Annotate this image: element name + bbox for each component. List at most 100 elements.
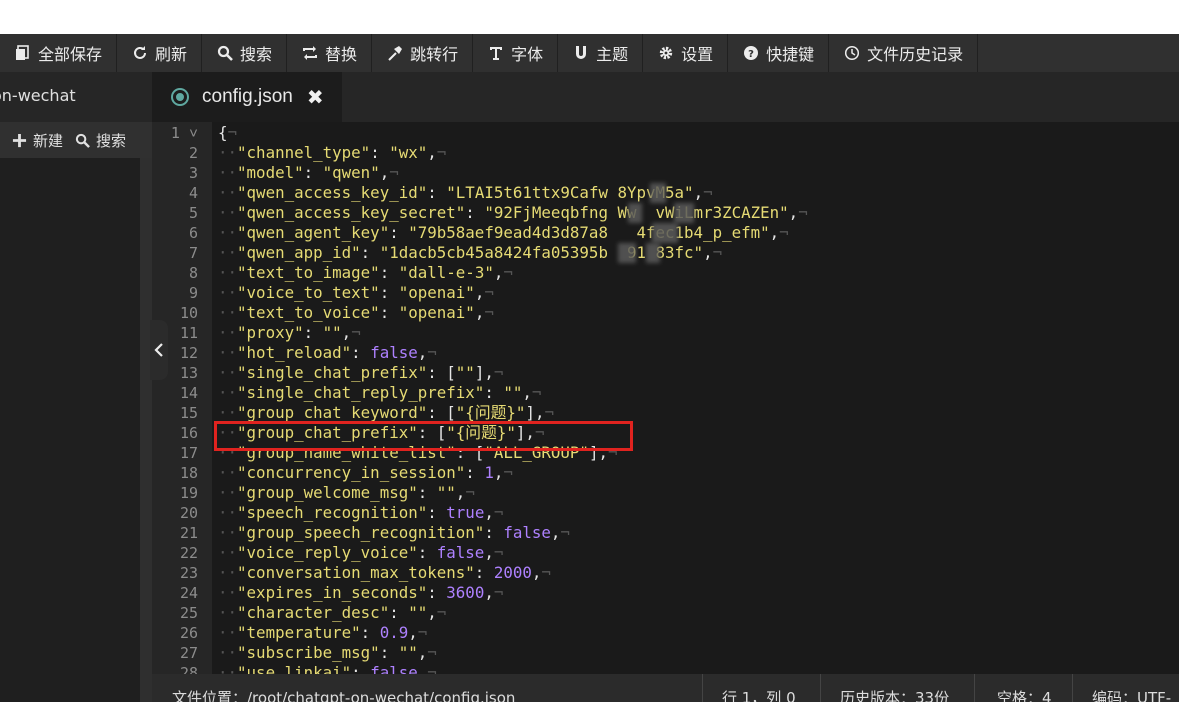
search-button[interactable]: 搜索 (202, 34, 288, 72)
collapse-sidebar-button[interactable] (150, 320, 168, 380)
code-line[interactable]: ··"hot_reload": false,¬ (218, 343, 437, 363)
code-line[interactable]: ··"group_speech_recognition": false,¬ (218, 523, 570, 543)
theme-button[interactable]: 主题 (558, 34, 644, 72)
new-file-button[interactable]: 新建 (12, 130, 63, 151)
line-number: 14 (179, 384, 198, 402)
line-number: 25 (179, 604, 198, 622)
line-number: 28 (179, 664, 198, 674)
status-divider (820, 674, 821, 702)
history-version[interactable]: 历史版本：33份 (840, 687, 949, 702)
plus-icon (12, 133, 27, 147)
line-number: 8 (188, 264, 198, 282)
tab-filename: config.json (202, 86, 293, 107)
code-line[interactable]: ··"voice_reply_voice": false,¬ (218, 543, 503, 563)
refresh-label: 刷新 (155, 45, 188, 64)
code-line[interactable]: ··"subscribe_msg": "",¬ (218, 643, 437, 663)
replace-button[interactable]: 替换 (287, 34, 373, 72)
gear-icon (657, 44, 675, 62)
refresh-button[interactable]: 刷新 (117, 34, 203, 72)
redaction-blur (618, 243, 636, 263)
code-line[interactable]: ··"proxy": "",¬ (218, 323, 361, 343)
redaction-blur (650, 183, 666, 203)
replace-label: 替换 (325, 45, 358, 64)
line-number: 18 (179, 464, 198, 482)
code-line[interactable]: ··"channel_type": "wx",¬ (218, 143, 446, 163)
status-divider (1072, 674, 1073, 702)
code-line[interactable]: ··"concurrency_in_session": 1,¬ (218, 463, 513, 483)
line-number: 19 (179, 484, 198, 502)
cursor-position[interactable]: 行 1，列 0 (722, 687, 796, 702)
status-divider (974, 674, 975, 702)
code-line[interactable]: ··"model": "qwen",¬ (218, 163, 399, 183)
sidebar-scrollbar[interactable] (140, 158, 152, 702)
help-icon: ? (742, 44, 760, 62)
status-bar: 文件位置：/root/chatgpt-on-wechat/config.json… (152, 674, 1179, 702)
close-icon[interactable]: ✖ (307, 85, 324, 110)
code-line[interactable]: ··"character_desc": "",¬ (218, 603, 446, 623)
sidebar-search-label: 搜索 (96, 131, 127, 150)
line-number: 15 (179, 404, 198, 422)
file-history-button[interactable]: 文件历史记录 (829, 34, 979, 72)
code-line[interactable]: ··"expires_in_seconds": 3600,¬ (218, 583, 503, 603)
file-location: 文件位置：/root/chatgpt-on-wechat/config.json (172, 689, 516, 702)
line-number: 7 (188, 244, 198, 262)
line-number: 2 (188, 144, 198, 162)
code-editor[interactable]: 1 ˅ 2 3 4 5 6 7 8 9 10 11 12 13 14 15 16 17 18 19 20 21 22 23 2… (152, 122, 1179, 674)
code-line[interactable]: ··"group_chat_prefix": ["{问题}"],¬ (218, 423, 544, 443)
code-area[interactable]: {¬ ··"channel_type": "wx",¬ ··"model": "qw… (212, 122, 1179, 674)
chevron-left-icon (154, 343, 163, 357)
redaction-blur (646, 243, 660, 263)
line-number: 27 (179, 644, 198, 662)
sidebar-title: on-wechat (0, 86, 152, 105)
redaction-blur (652, 223, 678, 243)
indent-setting[interactable]: 空格：4 (997, 687, 1052, 702)
tab-config-json[interactable]: config.json ✖ (152, 72, 342, 122)
settings-button[interactable]: 设置 (643, 34, 729, 72)
code-line[interactable]: ··"text_to_voice": "openai",¬ (218, 303, 494, 323)
line-number: 26 (179, 624, 198, 642)
sidebar-title-text: on-wechat (0, 86, 76, 105)
search-icon (75, 133, 90, 148)
status-divider (702, 674, 703, 702)
font-label: 字体 (511, 45, 544, 64)
font-button[interactable]: 字体 (473, 34, 559, 72)
font-icon (487, 44, 505, 62)
goto-line-button[interactable]: 跳转行 (372, 34, 474, 72)
goto-line-icon (386, 44, 404, 62)
code-line[interactable]: ··"speech_recognition": true,¬ (218, 503, 503, 523)
code-line[interactable]: ··"single_chat_reply_prefix": "",¬ (218, 383, 541, 403)
history-icon (843, 44, 861, 62)
line-number: 4 (188, 184, 198, 202)
encoding-setting[interactable]: 编码：UTF- (1092, 687, 1171, 702)
search-label: 搜索 (240, 45, 273, 64)
file-tree[interactable] (0, 158, 140, 702)
code-line[interactable]: ··"qwen_agent_key": "79b58aef9ead4d3d87a… (218, 223, 789, 243)
code-line[interactable]: ··"group_name_white_list": ["ALL_GROUP"]… (218, 443, 618, 463)
save-all-icon (14, 44, 32, 62)
save-all-button[interactable]: 全部保存 (0, 34, 118, 72)
code-line[interactable]: ··"text_to_image": "dall-e-3",¬ (218, 263, 513, 283)
code-line[interactable]: ··"voice_to_text": "openai",¬ (218, 283, 494, 303)
replace-icon (301, 44, 319, 62)
code-line[interactable]: ··"group_welcome_msg": "",¬ (218, 483, 475, 503)
code-line[interactable]: ··"qwen_access_key_id": "LTAI5t61ttx9Caf… (218, 183, 713, 203)
code-line[interactable]: {¬ (218, 123, 237, 143)
code-line[interactable]: ··"single_chat_prefix": [""],¬ (218, 363, 503, 383)
code-line[interactable]: ··"temperature": 0.9,¬ (218, 623, 427, 643)
code-line[interactable]: ··"qwen_access_key_secret": "92FjMeeqbfn… (218, 203, 808, 223)
line-number: 23 (179, 564, 198, 582)
sidebar-search-button[interactable]: 搜索 (75, 130, 126, 151)
redaction-blur (628, 203, 642, 223)
code-line[interactable]: ··"conversation_max_tokens": 2000,¬ (218, 563, 551, 583)
toolbar: 全部保存 刷新 搜索 替换 跳转行 字体 主题 设置 ? 快捷键 文件历史记录 (0, 34, 1179, 72)
code-line[interactable]: ··"use_linkai": false,¬ (218, 663, 437, 674)
code-line[interactable]: ··"group_chat_keyword": ["{问题}"],¬ (218, 403, 554, 423)
new-file-label: 新建 (33, 131, 64, 150)
line-number: 16 (179, 424, 198, 442)
search-icon (216, 44, 234, 62)
shortcuts-button[interactable]: ? 快捷键 (728, 34, 830, 72)
svg-text:?: ? (748, 49, 754, 60)
sidebar-toolbar: 新建 搜索 (0, 122, 152, 158)
file-history-label: 文件历史记录 (867, 45, 964, 64)
